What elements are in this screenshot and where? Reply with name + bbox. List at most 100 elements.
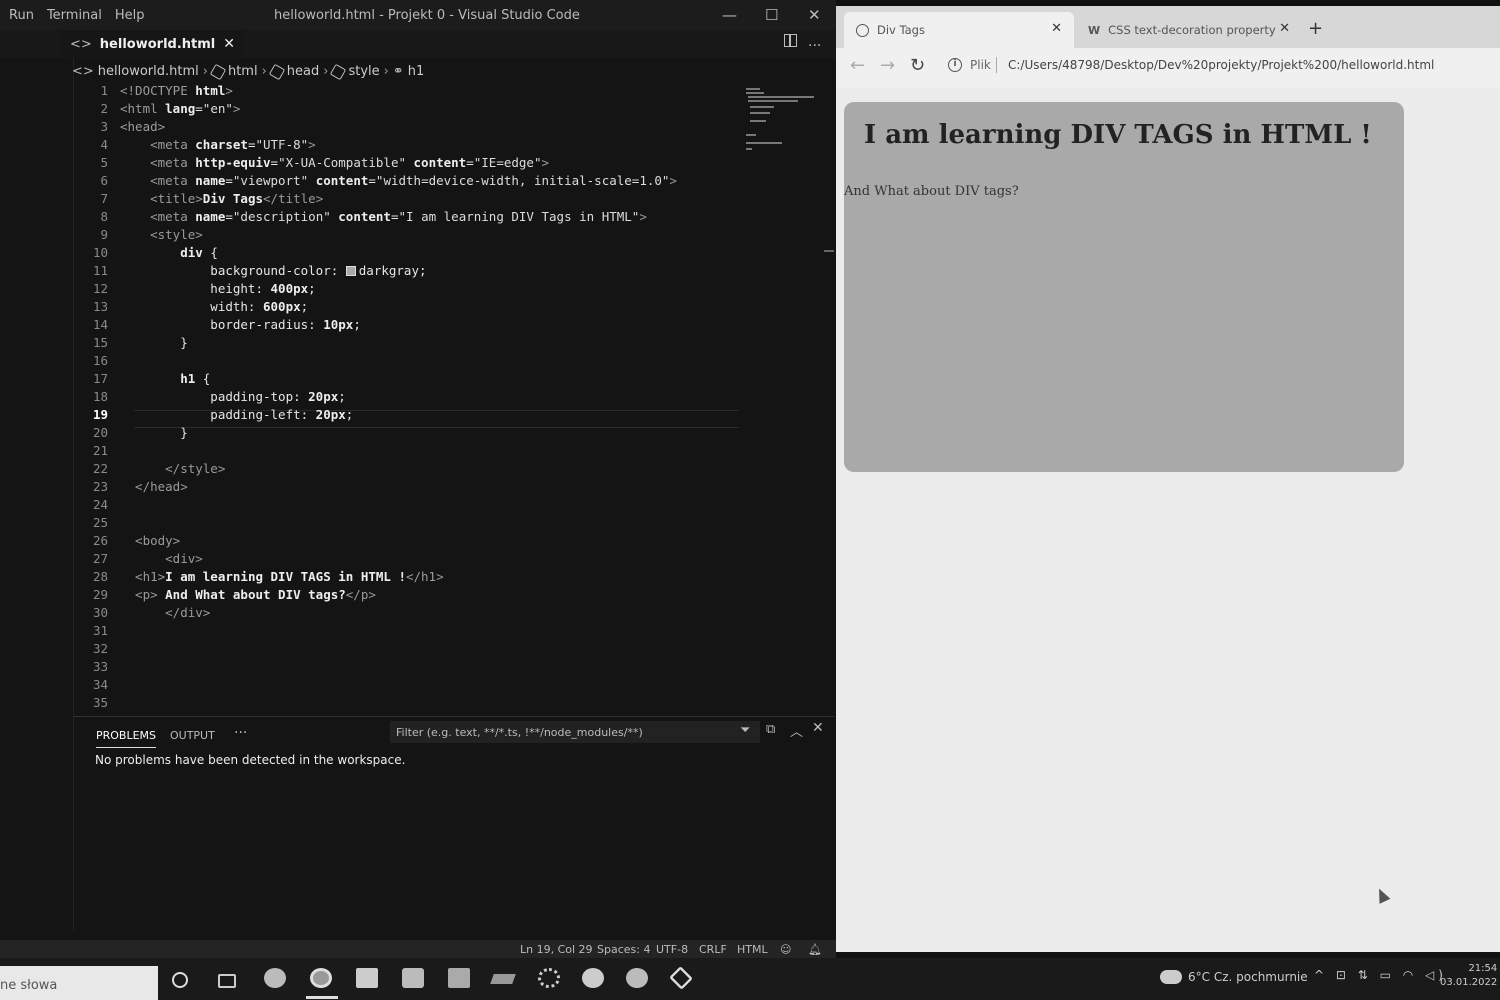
code-line[interactable]: 17 h1 { bbox=[74, 370, 814, 388]
code-line[interactable]: 15 } bbox=[74, 334, 814, 352]
code-line[interactable]: 26 <body> bbox=[74, 532, 814, 550]
status-cursor-position[interactable]: Ln 19, Col 29 bbox=[520, 943, 593, 956]
code-line[interactable]: 13 width: 600px; bbox=[74, 298, 814, 316]
file-explorer-icon[interactable] bbox=[356, 968, 378, 988]
minimap[interactable] bbox=[742, 86, 822, 156]
code-line[interactable]: 34 bbox=[74, 676, 814, 694]
close-tab-icon[interactable]: ✕ bbox=[223, 36, 235, 52]
code-line[interactable]: 23 </head> bbox=[74, 478, 814, 496]
code-line[interactable]: 18 padding-top: 20px; bbox=[74, 388, 814, 406]
status-indentation[interactable]: Spaces: 4 bbox=[597, 943, 650, 956]
code-line[interactable]: 3 <head> bbox=[74, 118, 814, 136]
menu-terminal[interactable]: Terminal bbox=[47, 8, 102, 23]
address-bar[interactable]: C:/Users/48798/Desktop/Dev%20projekty/Pr… bbox=[1008, 58, 1434, 72]
close-tab-icon[interactable]: ✕ bbox=[1051, 21, 1062, 36]
collapse-all-icon[interactable]: ⧉ bbox=[766, 722, 775, 737]
code-line[interactable]: 14 border-radius: 10px; bbox=[74, 316, 814, 334]
browser-tab-div-tags[interactable]: Div Tags ✕ bbox=[844, 12, 1074, 48]
app-icon[interactable] bbox=[490, 974, 516, 984]
code-line[interactable]: 22 </style> bbox=[74, 460, 814, 478]
tab-output[interactable]: OUTPUT bbox=[170, 729, 215, 742]
breadcrumb-style[interactable]: style bbox=[348, 64, 379, 79]
code-line[interactable]: 7 <title>Div Tags</title> bbox=[74, 190, 814, 208]
code-line[interactable]: 19 padding-left: 20px; bbox=[74, 406, 814, 424]
code-line[interactable]: 10 div { bbox=[74, 244, 814, 262]
code-line[interactable]: 32 bbox=[74, 640, 814, 658]
scrollbar[interactable] bbox=[824, 250, 834, 252]
taskbar-search-box[interactable]: ne słowa bbox=[0, 966, 158, 1000]
new-tab-button[interactable]: + bbox=[1308, 18, 1323, 39]
browser-tab-css-text-decoration[interactable]: W CSS text-decoration property ✕ bbox=[1076, 12, 1302, 48]
code-line[interactable]: 24 bbox=[74, 496, 814, 514]
code-line[interactable]: 12 height: 400px; bbox=[74, 280, 814, 298]
panel-more-icon[interactable]: ··· bbox=[234, 725, 247, 741]
maximize-panel-icon[interactable]: ︿ bbox=[790, 721, 803, 740]
status-eol[interactable]: CRLF bbox=[699, 943, 727, 956]
breadcrumb-html[interactable]: html bbox=[228, 64, 258, 79]
code-line[interactable]: 8 <meta name="description" content="I am… bbox=[74, 208, 814, 226]
menu-help[interactable]: Help bbox=[115, 8, 145, 23]
code-line[interactable]: 30 </div> bbox=[74, 604, 814, 622]
code-line[interactable]: 21 bbox=[74, 442, 814, 460]
line-source: <meta name="viewport" content="width=dev… bbox=[120, 172, 677, 190]
status-encoding[interactable]: UTF-8 bbox=[656, 943, 688, 956]
forward-arrow-icon[interactable]: → bbox=[880, 55, 895, 76]
code-line[interactable]: 33 bbox=[74, 658, 814, 676]
menu-run[interactable]: Run bbox=[9, 8, 34, 23]
code-line[interactable]: 9 <style> bbox=[74, 226, 814, 244]
back-arrow-icon[interactable]: ← bbox=[850, 55, 865, 76]
cortana-icon[interactable] bbox=[172, 972, 188, 988]
split-editor-icon[interactable] bbox=[784, 34, 797, 47]
settings-icon[interactable] bbox=[538, 968, 560, 988]
breadcrumb-file[interactable]: helloworld.html bbox=[98, 64, 199, 79]
problems-filter-input[interactable] bbox=[390, 721, 760, 743]
code-line[interactable]: 4 <meta charset="UTF-8"> bbox=[74, 136, 814, 154]
app-icon[interactable] bbox=[626, 968, 648, 988]
code-line[interactable]: 2 <html lang="en"> bbox=[74, 100, 814, 118]
code-line[interactable]: 35 bbox=[74, 694, 814, 712]
code-line[interactable]: 16 bbox=[74, 352, 814, 370]
breadcrumb-h1[interactable]: h1 bbox=[408, 64, 425, 79]
filter-icon[interactable]: ⏷ bbox=[740, 723, 750, 738]
app-icon[interactable] bbox=[582, 968, 604, 988]
info-icon[interactable]: i bbox=[948, 58, 962, 72]
store-icon[interactable] bbox=[402, 968, 424, 988]
code-line[interactable]: 20 } bbox=[74, 424, 814, 442]
code-token: ; bbox=[353, 317, 361, 332]
notifications-icon[interactable]: 🔔︎ bbox=[808, 943, 822, 956]
status-language[interactable]: HTML bbox=[737, 943, 768, 956]
weather-widget[interactable]: 6°C Cz. pochmurnie bbox=[1188, 970, 1308, 984]
code-line[interactable]: 29 <p> And What about DIV tags?</p> bbox=[74, 586, 814, 604]
color-swatch-icon[interactable] bbox=[345, 266, 356, 276]
code-line[interactable]: 31 bbox=[74, 622, 814, 640]
breadcrumb-head[interactable]: head bbox=[287, 64, 319, 79]
code-line[interactable]: 5 <meta http-equiv="X-UA-Compatible" con… bbox=[74, 154, 814, 172]
system-tray[interactable]: ^ ⊡ ⇅ ▭ ◠ ◁) bbox=[1314, 968, 1447, 982]
html-file-icon: <> bbox=[72, 64, 94, 79]
code-token: <meta bbox=[120, 155, 196, 170]
code-token: lang bbox=[165, 101, 196, 116]
task-view-icon[interactable] bbox=[218, 974, 236, 988]
code-line[interactable]: 11 background-color: darkgray; bbox=[74, 262, 814, 280]
minimize-button[interactable]: — bbox=[722, 6, 737, 24]
close-window-button[interactable]: ✕ bbox=[808, 6, 821, 24]
edge-icon[interactable] bbox=[264, 968, 286, 988]
code-line[interactable]: 1 <!DOCTYPE html> bbox=[74, 82, 814, 100]
code-line[interactable]: 27 <div> bbox=[74, 550, 814, 568]
clock[interactable]: 21:54 03.01.2022 bbox=[1440, 962, 1497, 990]
code-line[interactable]: 25 bbox=[74, 514, 814, 532]
maximize-button[interactable]: ☐ bbox=[765, 6, 778, 24]
chrome-icon[interactable] bbox=[310, 968, 332, 988]
code-line[interactable]: 6 <meta name="viewport" content="width=d… bbox=[74, 172, 814, 190]
close-tab-icon[interactable]: ✕ bbox=[1279, 21, 1290, 36]
reload-icon[interactable]: ↻ bbox=[910, 55, 925, 76]
tab-helloworld[interactable]: <> helloworld.html ✕ bbox=[60, 30, 245, 58]
feedback-icon[interactable]: ☺ bbox=[780, 943, 791, 956]
close-panel-icon[interactable]: ✕ bbox=[812, 720, 824, 736]
code-editor[interactable]: 1 <!DOCTYPE html> 2 <html lang="en"> 3 <head>… bbox=[74, 82, 824, 714]
vscode-icon[interactable] bbox=[669, 966, 693, 990]
editor-more-icon[interactable]: ··· bbox=[808, 38, 821, 54]
code-line[interactable]: 28 <h1>I am learning DIV TAGS in HTML !<… bbox=[74, 568, 814, 586]
mail-icon[interactable] bbox=[448, 968, 470, 988]
tab-problems[interactable]: PROBLEMS bbox=[96, 729, 157, 748]
